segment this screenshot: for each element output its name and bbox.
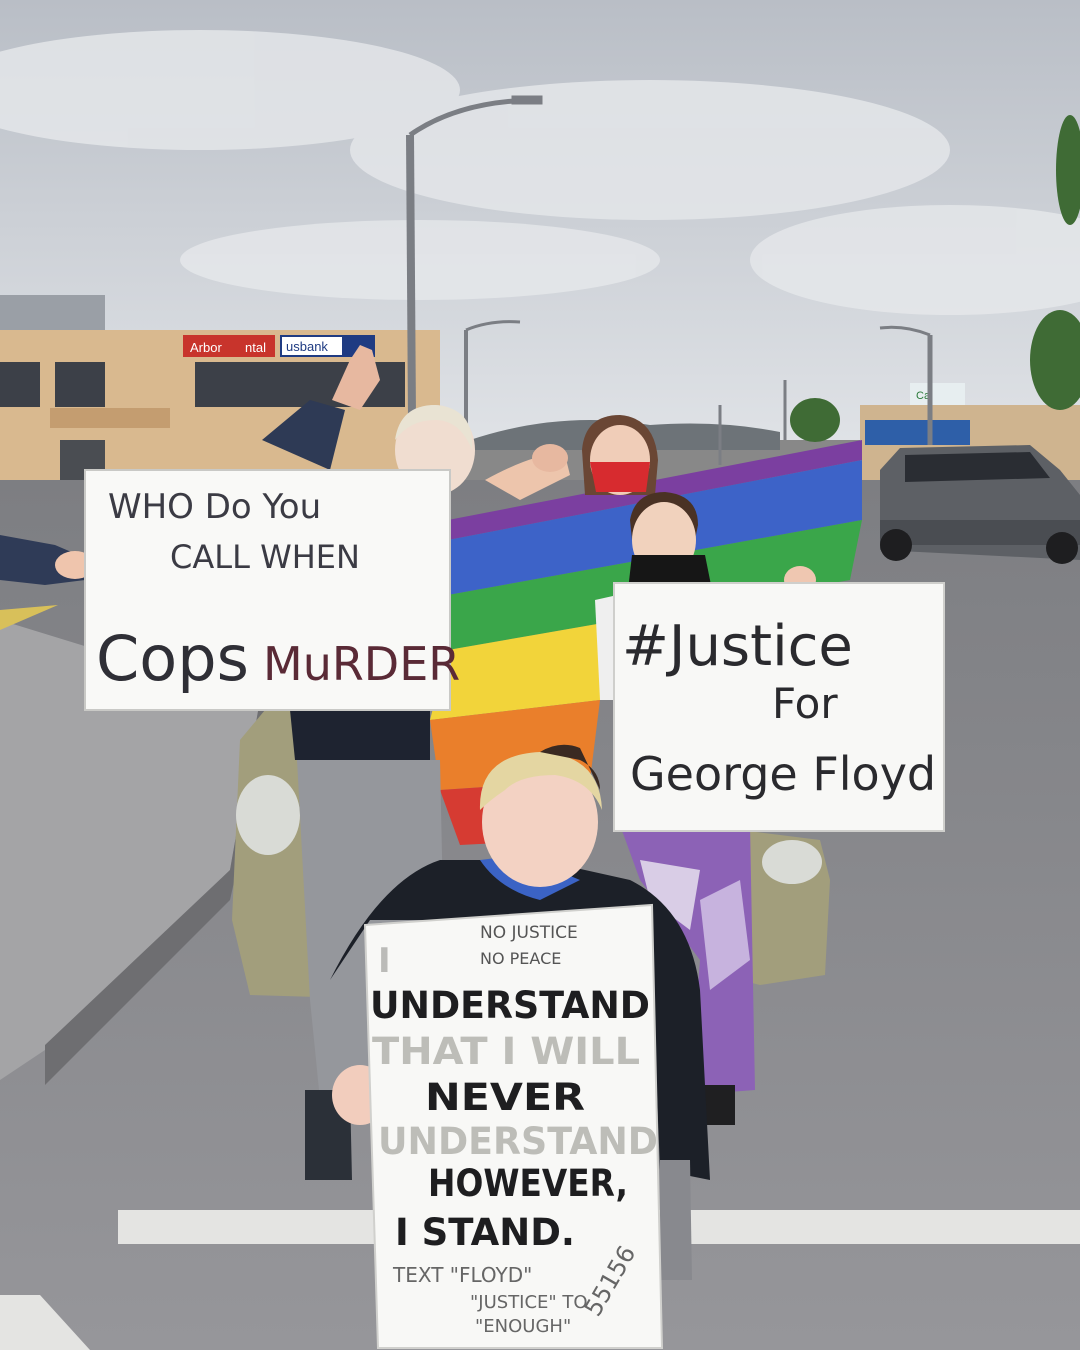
photo-scene: Arbor ntal usbank Ca WHO Do You CALL WHE… (0, 0, 1080, 1350)
sign-left-line2: CALL WHEN (170, 538, 360, 576)
suv (880, 445, 1080, 564)
sign-bottom-understand-2: UNDERSTAND (378, 1120, 658, 1163)
protest-photo: Arbor ntal usbank Ca WHO Do You CALL WHE… (0, 0, 1080, 1350)
sign-right-line3: George Floyd (630, 747, 936, 801)
arbor-sign-text: Arbor (190, 340, 222, 355)
sign-bottom-never: NEVER (425, 1076, 585, 1119)
sign-bottom-that-i-will: THAT I WILL (372, 1030, 640, 1073)
sign-bottom-no-peace: NO PEACE (480, 949, 561, 968)
sign-who-do-you-call: WHO Do You CALL WHEN Cops MuRDER (84, 469, 460, 711)
sign-left-line1: WHO Do You (108, 487, 321, 527)
sign-bottom-i: I (378, 941, 391, 981)
usbank-sign-text: usbank (286, 339, 328, 354)
sign-right-line2: For (772, 679, 838, 728)
sign-bottom-justice-to: "JUSTICE" TO (470, 1292, 588, 1313)
sign-right-line1: #Justice (622, 614, 853, 679)
sign-i-understand: NO JUSTICE NO PEACE I UNDERSTAND THAT I … (363, 903, 664, 1349)
red-mask (590, 462, 650, 492)
sign-bottom-i-stand: I STAND. (395, 1211, 575, 1254)
sign-left-cops: Cops (96, 622, 249, 695)
sign-bottom-enough: "ENOUGH" (475, 1316, 571, 1337)
sign-bottom-however: HOWEVER, (428, 1162, 628, 1205)
sign-bottom-text-floyd: TEXT "FLOYD" (392, 1263, 532, 1287)
sign-justice-for-george-floyd: #Justice For George Floyd (613, 582, 945, 832)
sign-bottom-understand: UNDERSTAND (370, 984, 650, 1027)
arbor-sign-suffix: ntal (245, 340, 266, 355)
sign-bottom-no-justice: NO JUSTICE (480, 923, 578, 943)
sign-left-murder: MuRDER (263, 637, 460, 691)
